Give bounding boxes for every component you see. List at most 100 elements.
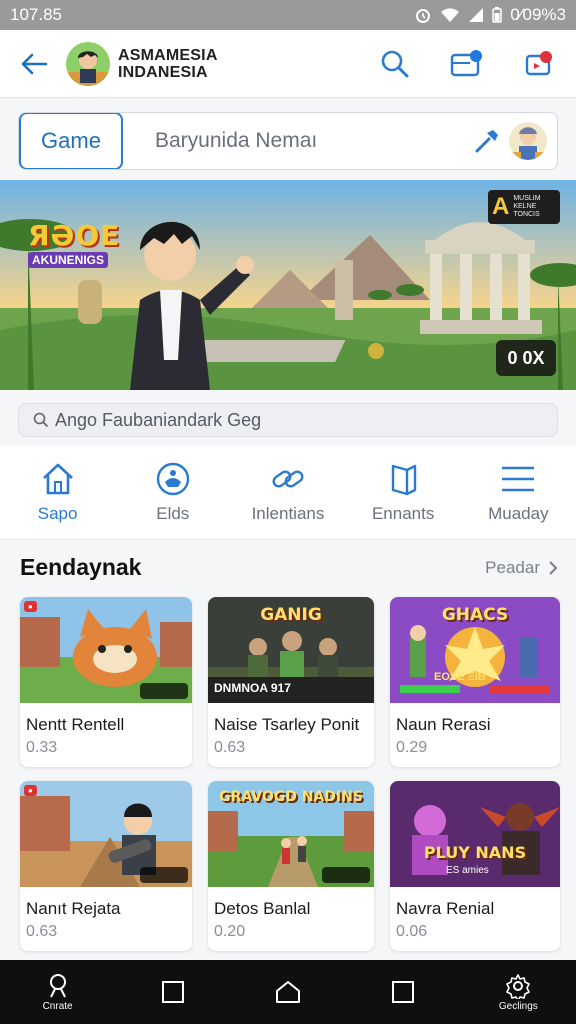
search-button[interactable]	[378, 47, 412, 81]
game-title: Navra Renial	[396, 899, 495, 918]
search-person-icon	[49, 973, 66, 997]
game-thumbnail: ●	[20, 597, 192, 703]
rating-letter: A	[492, 193, 510, 220]
score-badge: 0 0X	[496, 340, 556, 376]
bottom-nav-settings[interactable]: Geclings	[478, 973, 558, 1012]
alarm-icon	[416, 9, 431, 23]
status-time: 107.85	[10, 5, 62, 24]
category-links[interactable]: Inlentians	[233, 462, 343, 524]
bottom-nav-label: Geclings	[498, 1000, 538, 1012]
search-bar[interactable]: Game Baryunida Nemaı	[18, 112, 558, 170]
game-title: Naun Rerasi	[396, 715, 491, 734]
home-icon	[42, 463, 73, 494]
back-button[interactable]	[16, 46, 52, 82]
game-thumbnail: GHACS EOSE ΞIB	[390, 597, 560, 703]
game-title: Naise Tsarley Ponit	[214, 715, 360, 734]
book-icon	[391, 464, 417, 495]
game-card[interactable]: GHACS EOSE ΞIB Naun Rerasi 0.29	[390, 597, 560, 767]
square-icon	[161, 981, 184, 1003]
category-label: Muaday	[488, 503, 549, 523]
battery-icon	[492, 7, 502, 23]
thumbnail-art-title: GRAVOGD NADINS	[219, 789, 363, 805]
thumbnail-art-title: GANIG	[260, 605, 322, 625]
thumbnail-tag: ●	[24, 785, 37, 796]
thumbnail-art-title: PLUY NANS	[423, 843, 527, 862]
link-icon	[272, 470, 304, 487]
chat-icon	[450, 49, 482, 76]
search-icon	[33, 412, 49, 428]
brand-line-1: ASMAMESIA	[118, 46, 218, 64]
bottom-nav-overview[interactable]	[363, 980, 443, 1004]
brand-line-2: INDANESIA	[118, 63, 208, 81]
status-bar: 107.85 0⁄09%3	[0, 0, 576, 30]
game-card[interactable]: GRAVOGD NADINS Detos Banlal 0.20	[208, 781, 374, 951]
battery-text: 0⁄09%3	[510, 5, 566, 24]
rating-text: MUSLIM KELNE TONCIS	[513, 195, 541, 218]
category-more[interactable]: Muaday	[463, 462, 573, 524]
chevron-right-icon	[549, 561, 558, 575]
game-logo-subtitle: AKUNENIGS	[28, 252, 109, 268]
thumbnail-controls	[140, 867, 188, 883]
app-header: ASMAMESIA INDANESIA	[0, 30, 576, 98]
square-icon	[392, 981, 415, 1003]
game-thumbnail: GRAVOGD NADINS	[208, 781, 374, 887]
game-price: 0.29	[396, 739, 428, 756]
thumbnail-controls	[140, 683, 188, 699]
search-actions	[473, 122, 557, 160]
bottom-nav-recent[interactable]	[133, 980, 213, 1004]
signal-icon	[469, 8, 484, 22]
search-icon	[381, 50, 409, 77]
thumbnail-art-footer: DNMNOA 917	[214, 681, 291, 695]
bottom-nav-home[interactable]	[248, 980, 328, 1004]
category-home[interactable]: Sapo	[3, 462, 113, 524]
section-more-label: Peadar	[485, 558, 540, 577]
gear-icon	[506, 973, 531, 999]
home-icon	[275, 981, 300, 1003]
user-avatar[interactable]	[509, 122, 547, 160]
game-card[interactable]: ● Nentt Rentell 0.33	[20, 597, 192, 767]
hammer-icon[interactable]	[473, 127, 501, 155]
bottom-nav-label: Cnrate	[42, 1000, 73, 1012]
category-events[interactable]: Ennants	[348, 462, 458, 524]
thumbnail-art-footer: EOSE ΞIB	[434, 671, 486, 683]
category-label: Sapo	[37, 503, 78, 523]
search-input[interactable]: Baryunida Nemaı	[155, 129, 317, 153]
status-icons: 0⁄09%3	[414, 5, 566, 25]
game-thumbnail: ●	[20, 781, 192, 887]
game-title: Detos Banlal	[214, 899, 311, 918]
wifi-icon	[441, 8, 460, 22]
thumbnail-controls	[322, 867, 370, 883]
section-more-link[interactable]: Peadar	[485, 558, 558, 578]
screen: 107.85 0⁄09%3 ASMAMESIA INDANESIA Game B…	[0, 0, 576, 1024]
section-title: Eendaynak	[20, 554, 142, 580]
rating-badge: A MUSLIM KELNE TONCIS	[488, 190, 560, 224]
thumbnail-art-footer: ES amies	[446, 865, 489, 876]
game-card[interactable]: PLUY NANS ES amies Navra Renial 0.06	[390, 781, 560, 951]
bottom-nav-create[interactable]: Cnrate	[18, 973, 98, 1012]
secondary-search-placeholder: Ango Faubaniandark Geg	[55, 409, 262, 430]
secondary-search[interactable]: Ango Faubaniandark Geg	[18, 403, 558, 437]
messages-button[interactable]	[450, 47, 484, 81]
app-logo	[66, 41, 110, 86]
game-card[interactable]: GANIG DNMNOA 917 Naise Tsarley Ponit 0.6…	[208, 597, 374, 767]
game-price: 0.33	[26, 739, 58, 756]
hero-banner[interactable]: ЯƏOE AKUNENIGS A MUSLIM KELNE TONCIS 0 0…	[0, 180, 576, 390]
game-card[interactable]: ● Nanıt Rejata 0.63	[20, 781, 192, 951]
game-price: 0.06	[396, 923, 428, 940]
category-games[interactable]: Elds	[118, 462, 228, 524]
category-label: Elds	[156, 503, 190, 523]
game-title: Nentt Rentell	[26, 715, 125, 734]
game-thumbnail: GANIG DNMNOA 917	[208, 597, 374, 703]
thumbnail-tag: ●	[24, 601, 37, 612]
category-label: Inlentians	[251, 503, 325, 523]
game-grid: ● Nentt Rentell 0.33 GANIG DNMNOA 917 Na…	[20, 597, 560, 951]
thumbnail-art-title: GHACS	[441, 605, 509, 625]
notifications-button[interactable]	[522, 47, 556, 81]
menu-icon	[502, 466, 535, 491]
game-price: 0.63	[214, 739, 246, 756]
back-arrow-icon	[21, 53, 48, 74]
bottom-nav: Cnrate Geclings	[0, 960, 576, 1024]
header-actions	[378, 47, 560, 81]
category-nav: Sapo Elds Inlentians Ennants Muaday	[0, 446, 576, 540]
category-selector[interactable]: Game	[19, 113, 123, 169]
